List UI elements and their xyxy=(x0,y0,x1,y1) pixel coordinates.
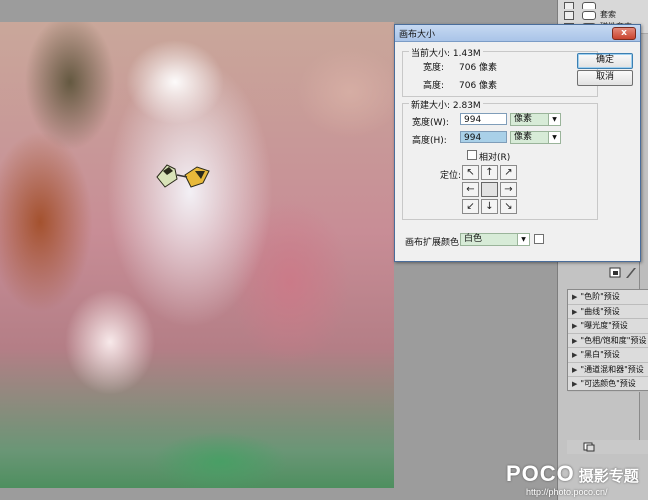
preset-exposure[interactable]: ▶ "曝光度"预设 xyxy=(568,319,648,334)
anchor-label: 定位: xyxy=(440,171,462,181)
expand-arrow-icon[interactable]: ▶ xyxy=(572,320,577,333)
image-canvas[interactable] xyxy=(0,22,394,488)
chevron-down-icon[interactable]: ▼ xyxy=(548,114,560,125)
relative-checkbox[interactable] xyxy=(467,150,477,160)
new-height-label: 高度(H): xyxy=(412,136,447,146)
preset-selective-color[interactable]: ▶ "可选颜色"预设 xyxy=(568,377,648,392)
anchor-bottom-icon[interactable]: ↓ xyxy=(481,199,498,214)
canvas-top-bar xyxy=(0,0,394,22)
current-size-label: 当前大小: 1.43M xyxy=(409,46,483,59)
extension-color-swatch[interactable] xyxy=(534,234,544,244)
lasso-icon xyxy=(582,11,596,20)
panel-footer xyxy=(567,440,648,454)
extension-color-label: 画布扩展颜色: xyxy=(405,238,463,248)
extension-color-select[interactable]: 白色 ▼ xyxy=(460,233,530,246)
anchor-left-icon[interactable]: ← xyxy=(462,182,479,197)
preset-black-white[interactable]: ▶ "黑白"预设 xyxy=(568,348,648,363)
chevron-down-icon[interactable]: ▼ xyxy=(548,132,560,143)
poco-logo: POCO xyxy=(506,461,575,486)
adjustments-preset-list: ▶ "色阶"预设 ▶ "曲线"预设 ▶ "曝光度"预设 ▶ "色相/饱和度"预设 ▶ "黑… xyxy=(567,289,648,392)
mask-icon xyxy=(626,268,636,278)
preset-levels[interactable]: ▶ "色阶"预设 xyxy=(568,290,648,305)
expand-arrow-icon[interactable]: ▶ xyxy=(572,335,577,348)
canvas-size-dialog: 画布大小 x 当前大小: 1.43M 宽度: 706 像素 高度: 706 像素… xyxy=(394,24,641,262)
width-input[interactable]: 994 xyxy=(460,113,507,125)
ok-button[interactable]: 确定 xyxy=(577,53,633,69)
preset-curves[interactable]: ▶ "曲线"预设 xyxy=(568,305,648,319)
watermark: POCO 摄影专题 http://photo.poco.cn/ xyxy=(506,461,639,497)
eye-icon[interactable] xyxy=(564,11,574,20)
dialog-titlebar[interactable]: 画布大小 x xyxy=(395,25,640,42)
anchor-grid: ↖ ↑ ↗ ← → ↙ ↓ ↘ xyxy=(462,165,519,215)
height-unit-select[interactable]: 像素 ▼ xyxy=(510,131,561,144)
expand-arrow-icon[interactable]: ▶ xyxy=(572,306,577,319)
current-height-label: 高度: xyxy=(423,81,445,91)
anchor-bottom-right-icon[interactable]: ↘ xyxy=(500,199,517,214)
layer-row-label: 套索 xyxy=(600,10,616,19)
anchor-right-icon[interactable]: → xyxy=(500,182,517,197)
anchor-center-icon[interactable] xyxy=(481,182,498,197)
panel-tools xyxy=(608,266,638,280)
watermark-title: 摄影专题 xyxy=(578,467,639,485)
anchor-top-icon[interactable]: ↑ xyxy=(481,165,498,180)
anchor-top-right-icon[interactable]: ↗ xyxy=(500,165,517,180)
expand-arrow-icon[interactable]: ▶ xyxy=(572,349,577,362)
expand-arrow-icon[interactable]: ▶ xyxy=(572,291,577,304)
preset-channel-mixer[interactable]: ▶ "通道混和器"预设 xyxy=(568,363,648,377)
butterfly-image xyxy=(156,164,210,188)
preset-hue-saturation[interactable]: ▶ "色相/饱和度"预设 xyxy=(568,334,648,348)
new-width-label: 宽度(W): xyxy=(412,118,449,128)
current-width-label: 宽度: xyxy=(423,63,445,73)
relative-label: 相对(R) xyxy=(479,153,511,163)
anchor-top-left-icon[interactable]: ↖ xyxy=(462,165,479,180)
new-size-label: 新建大小: 2.83M xyxy=(409,98,483,111)
close-icon[interactable]: x xyxy=(612,27,636,40)
width-unit-select[interactable]: 像素 ▼ xyxy=(510,113,561,126)
current-size-group: 当前大小: 1.43M 宽度: 706 像素 高度: 706 像素 xyxy=(402,46,598,97)
height-input[interactable]: 994 xyxy=(460,131,507,143)
anchor-bottom-left-icon[interactable]: ↙ xyxy=(462,199,479,214)
expand-arrow-icon[interactable]: ▶ xyxy=(572,378,577,391)
watermark-url: http://photo.poco.cn/ xyxy=(526,487,608,497)
current-height-value: 706 像素 xyxy=(459,81,498,91)
current-width-value: 706 像素 xyxy=(459,63,498,73)
panel-footer-icon[interactable] xyxy=(583,442,595,452)
chevron-down-icon[interactable]: ▼ xyxy=(517,234,529,245)
cancel-button[interactable]: 取消 xyxy=(577,70,633,86)
expand-arrow-icon[interactable]: ▶ xyxy=(572,364,577,377)
dialog-title: 画布大小 xyxy=(399,30,436,40)
